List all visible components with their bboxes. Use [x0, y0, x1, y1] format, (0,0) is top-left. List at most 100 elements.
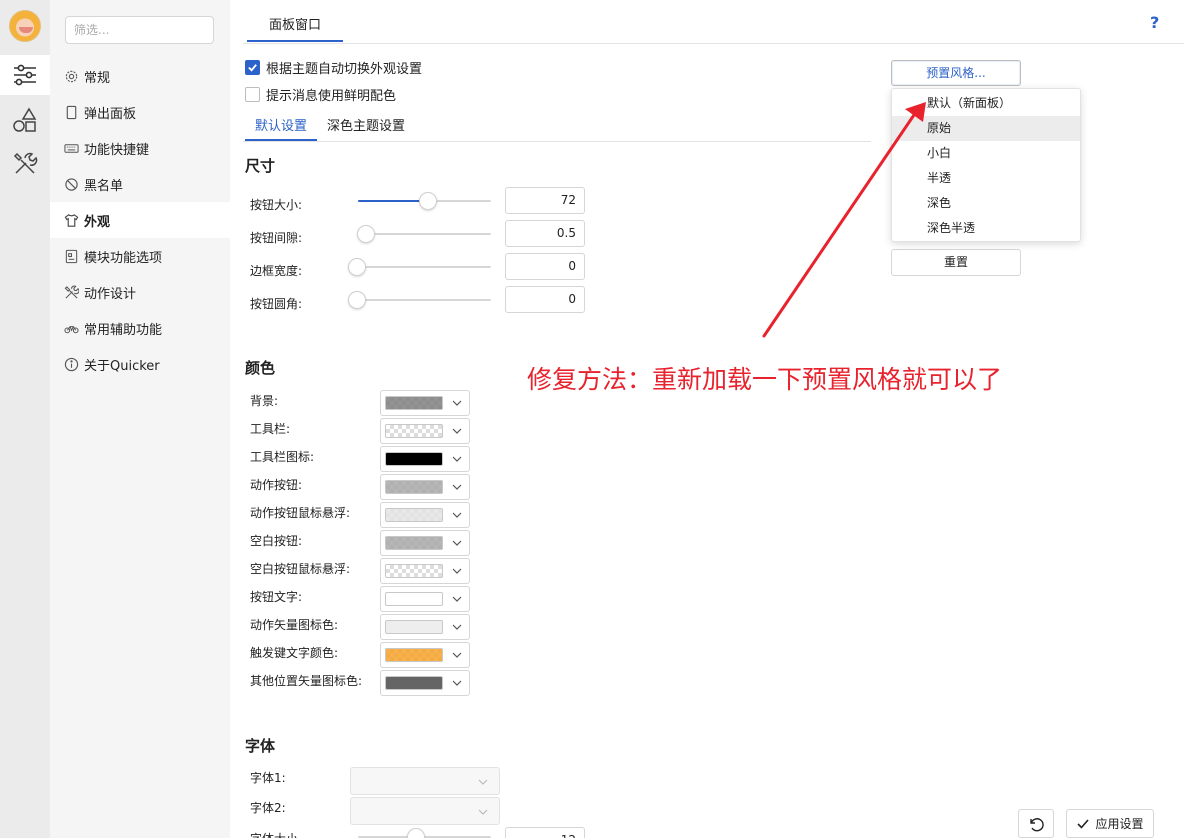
color-picker-button[interactable] [380, 530, 470, 556]
color-picker-button[interactable] [380, 670, 470, 696]
size-slider[interactable] [358, 233, 491, 235]
color-swatch [385, 452, 443, 466]
size-slider-thumb[interactable] [357, 225, 375, 243]
preset-style-button[interactable]: 预置风格... [891, 60, 1021, 86]
shirt-icon [63, 212, 79, 228]
checkbox-label: 根据主题自动切换外观设置 [266, 62, 423, 77]
chevron-down-icon [452, 680, 462, 686]
color-row-label: 工具栏图标: [250, 450, 315, 464]
size-slider[interactable] [358, 266, 491, 268]
ban-icon [63, 176, 79, 192]
color-picker-button[interactable] [380, 586, 470, 612]
module-icon [63, 248, 79, 264]
nav-item-popup-panel[interactable]: 弹出面板 [50, 94, 230, 130]
chevron-down-icon [452, 652, 462, 658]
auto-switch-checkbox[interactable]: 根据主题自动切换外观设置 [245, 58, 422, 77]
shapes-icon [13, 107, 37, 132]
color-picker-button[interactable] [380, 502, 470, 528]
color-picker-button[interactable] [380, 418, 470, 444]
preset-option-default[interactable]: 默认（新面板） [892, 91, 1080, 116]
filter-input[interactable] [65, 16, 214, 44]
color-picker-button[interactable] [380, 642, 470, 668]
preset-option-white[interactable]: 小白 [892, 141, 1080, 166]
rail-shapes-button[interactable] [0, 100, 50, 140]
color-picker-button[interactable] [380, 558, 470, 584]
size-slider-thumb[interactable] [419, 192, 437, 210]
chevron-down-icon [478, 779, 488, 785]
size-slider-thumb[interactable] [348, 291, 366, 309]
color-row-label: 背景: [250, 394, 279, 408]
font-size-input[interactable]: 12 [505, 827, 585, 838]
chevron-down-icon [452, 428, 462, 434]
size-value-input[interactable]: 72 [505, 187, 585, 214]
color-row-label: 空白按钮: [250, 534, 303, 548]
bike-icon [63, 320, 79, 336]
font2-select[interactable] [350, 797, 500, 825]
font-size-label: 字体大小 [250, 830, 298, 838]
tab-dark-theme-settings[interactable]: 深色主题设置 [317, 114, 415, 141]
font1-label: 字体1: [250, 771, 286, 785]
color-swatch [385, 508, 443, 522]
nav-item-action-design[interactable]: 动作设计 [50, 274, 230, 310]
size-row-label: 边框宽度: [250, 264, 303, 278]
preset-option-original[interactable]: 原始 [892, 116, 1080, 141]
tab-panel-window[interactable]: 面板窗口 [247, 12, 343, 42]
tab-divider [243, 43, 1184, 44]
size-value-input[interactable]: 0.5 [505, 220, 585, 247]
apply-label: 应用设置 [1095, 817, 1144, 831]
color-row-label: 触发键文字颜色: [250, 646, 339, 660]
size-slider-thumb[interactable] [348, 258, 366, 276]
chevron-down-icon [452, 596, 462, 602]
color-swatch [385, 424, 443, 438]
undo-button[interactable] [1018, 809, 1054, 838]
tab-default-settings[interactable]: 默认设置 [245, 114, 318, 141]
reset-button[interactable]: 重置 [891, 249, 1021, 276]
nav-item-label: 功能快捷键 [84, 142, 150, 158]
nav-item-about[interactable]: 关于Quicker [50, 346, 230, 382]
avatar[interactable] [9, 10, 41, 42]
apply-settings-button[interactable]: 应用设置 [1066, 809, 1154, 838]
nav-item-module-options[interactable]: 模块功能选项 [50, 238, 230, 274]
color-swatch [385, 536, 443, 550]
chevron-down-icon [452, 400, 462, 406]
rail-sliders-button[interactable] [0, 55, 50, 95]
annotation-text: 修复方法：重新加载一下预置风格就可以了 [527, 365, 1003, 394]
font-size-slider-thumb[interactable] [407, 828, 425, 838]
preset-option-dark-translucent[interactable]: 深色半透 [892, 216, 1080, 241]
color-swatch [385, 396, 443, 410]
color-picker-button[interactable] [380, 614, 470, 640]
help-icon[interactable]: ? [1150, 13, 1159, 32]
info-icon [63, 356, 79, 372]
color-row-label: 空白按钮鼠标悬浮: [250, 562, 351, 576]
nav-item-general[interactable]: 常规 [50, 58, 230, 94]
preset-option-translucent[interactable]: 半透 [892, 166, 1080, 191]
nav-item-appearance[interactable]: 外观 [50, 202, 230, 238]
checkbox-unchecked[interactable] [245, 87, 260, 102]
rail-tools-button[interactable] [0, 144, 50, 184]
font1-select[interactable] [350, 767, 500, 795]
nav-item-hotkeys[interactable]: 功能快捷键 [50, 130, 230, 166]
size-value-input[interactable]: 0 [505, 286, 585, 313]
color-picker-button[interactable] [380, 446, 470, 472]
nav-item-label: 动作设计 [84, 286, 137, 302]
nav-item-blacklist[interactable]: 黑名单 [50, 166, 230, 202]
preset-option-dark[interactable]: 深色 [892, 191, 1080, 216]
nav-item-label: 黑名单 [84, 178, 124, 194]
color-swatch [385, 480, 443, 494]
icon-rail [0, 0, 50, 838]
size-value-input[interactable]: 0 [505, 253, 585, 280]
checkbox-checked[interactable] [245, 60, 260, 75]
color-picker-button[interactable] [380, 390, 470, 416]
chevron-down-icon [478, 809, 488, 815]
color-row-label: 动作按钮鼠标悬浮: [250, 506, 351, 520]
size-row-label: 按钮间隙: [250, 231, 303, 245]
size-slider-fill [358, 200, 428, 202]
size-slider[interactable] [358, 299, 491, 301]
vivid-colors-checkbox[interactable]: 提示消息使用鲜明配色 [245, 85, 396, 104]
color-section-title: 颜色 [245, 359, 276, 377]
color-picker-button[interactable] [380, 474, 470, 500]
tools-icon [63, 284, 79, 300]
chevron-down-icon [452, 624, 462, 630]
size-section-title: 尺寸 [245, 157, 276, 175]
nav-item-common-tools[interactable]: 常用辅助功能 [50, 310, 230, 346]
